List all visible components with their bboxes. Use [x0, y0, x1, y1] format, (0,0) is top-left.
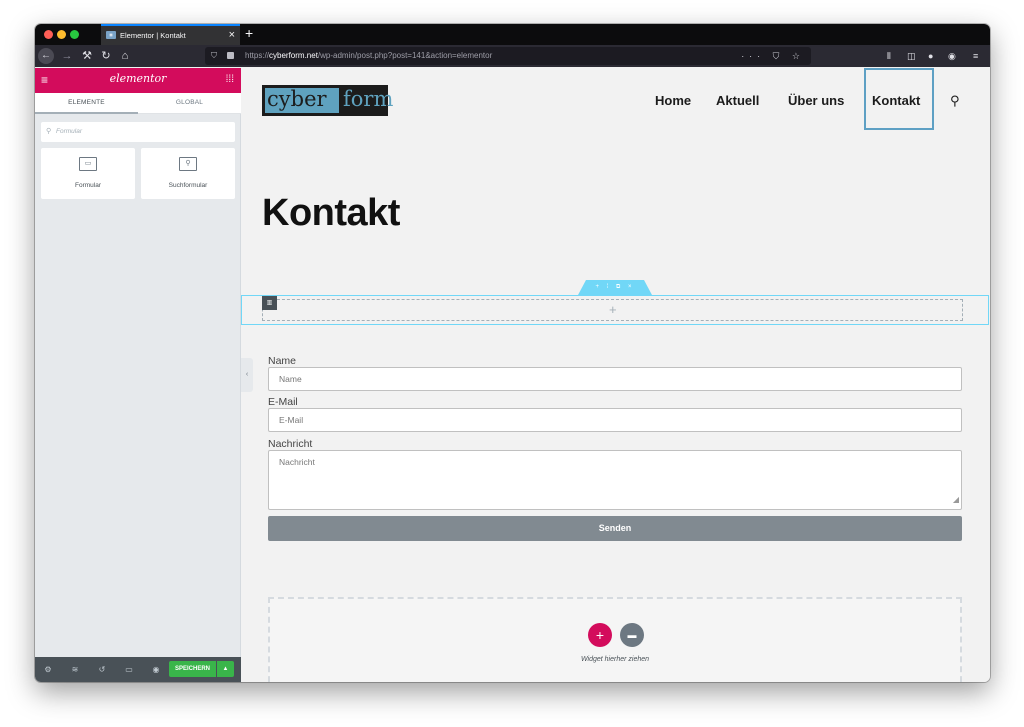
email-label: E-Mail: [268, 396, 298, 408]
tab-bar: ▦ Elementor | Kontakt × +: [35, 24, 990, 45]
home-icon[interactable]: ⌂: [119, 48, 131, 64]
save-options-caret-icon[interactable]: ▲: [217, 661, 234, 677]
resize-grip-icon[interactable]: ◢: [953, 492, 959, 508]
elementor-panel: ≡ elementor ⁞⁞⁞ ELEMENTE GLOBAL ⚲ Formul…: [35, 68, 241, 682]
panel-tabs: ELEMENTE GLOBAL: [35, 93, 241, 114]
forward-arrow-icon[interactable]: →: [61, 48, 73, 64]
name-label: Name: [268, 355, 297, 367]
site-logo[interactable]: cyber form: [262, 85, 393, 116]
widget-formular[interactable]: ▭ Formular: [41, 148, 135, 199]
message-label: Nachricht: [268, 438, 313, 450]
message-placeholder: Nachricht: [279, 457, 315, 467]
save-button[interactable]: SPEICHERN: [169, 661, 216, 677]
account-icon[interactable]: ◉: [948, 48, 956, 64]
url-path: /wp-admin/post.php?post=141&action=eleme…: [317, 51, 493, 60]
favicon-icon: ▦: [106, 31, 116, 39]
tab-elemente[interactable]: ELEMENTE: [35, 93, 138, 114]
add-section-plus-icon[interactable]: +: [588, 623, 612, 647]
search-form-icon: ⚲: [179, 157, 197, 171]
tab-global[interactable]: GLOBAL: [138, 93, 241, 114]
new-tab-button[interactable]: +: [245, 24, 253, 43]
tab-elementor-kontakt[interactable]: ▦ Elementor | Kontakt ×: [101, 24, 240, 45]
message-textarea[interactable]: Nachricht ◢: [268, 450, 962, 510]
widgets-grid-icon[interactable]: ⁞⁞⁞: [226, 73, 234, 87]
minimize-window-button[interactable]: [57, 30, 66, 39]
name-input[interactable]: Name: [268, 367, 962, 391]
preview-eye-icon[interactable]: ◉: [149, 663, 163, 676]
menu-item-home[interactable]: Home: [655, 93, 691, 109]
menu-item-ueber-uns[interactable]: Über uns: [788, 93, 844, 109]
navigator-layers-icon[interactable]: ≋: [68, 663, 82, 676]
extension-icon[interactable]: ●: [928, 48, 933, 64]
lock-icon[interactable]: [227, 52, 234, 59]
column-handle-icon[interactable]: ▥: [262, 296, 277, 310]
logo-text-form: form: [343, 87, 394, 111]
section-toolbar[interactable]: + ⁞ ⧉ ×: [578, 280, 652, 295]
submit-button[interactable]: Senden: [268, 516, 962, 541]
maximize-window-button[interactable]: [70, 30, 79, 39]
form-icon: ▭: [79, 157, 97, 171]
url-bar[interactable]: ⛉ https://cyberform.net/wp-admin/post.ph…: [205, 47, 811, 65]
page-actions-icon[interactable]: ··· ⛉ ☆: [741, 47, 805, 65]
close-tab-icon[interactable]: ×: [229, 26, 235, 45]
navigation-bar: ← → ⚒ ↻ ⌂ ⛉ https://cyberform.net/wp-adm…: [35, 45, 990, 67]
tracking-shield-icon[interactable]: ⛉: [211, 47, 217, 65]
elementor-logo: elementor: [109, 72, 167, 85]
widget-suchformular[interactable]: ⚲ Suchformular: [141, 148, 235, 199]
collapse-panel-handle[interactable]: ‹: [241, 358, 253, 392]
add-widget-plus-icon[interactable]: +: [609, 303, 617, 317]
widget-search-input[interactable]: ⚲ Formular: [41, 122, 235, 142]
tools-icon[interactable]: ⚒: [81, 48, 93, 64]
library-icon[interactable]: ⫴: [887, 48, 891, 64]
panel-header: ≡ elementor ⁞⁞⁞: [35, 68, 241, 93]
drop-zone-label: Widget hierher ziehen: [580, 656, 650, 663]
panel-footer: ⚙ ≋ ↺ ▭ ◉ SPEICHERN ▲: [35, 657, 241, 682]
page-title: Kontakt: [262, 192, 400, 234]
browser-window: ▦ Elementor | Kontakt × + ← → ⚒ ↻ ⌂ ⛉ ht…: [35, 24, 990, 682]
menu-item-kontakt[interactable]: Kontakt: [872, 93, 920, 109]
widget-label: Formular: [74, 182, 101, 189]
menu-icon[interactable]: ≡: [973, 48, 978, 64]
close-window-button[interactable]: [44, 30, 53, 39]
responsive-mode-icon[interactable]: ▭: [122, 663, 136, 676]
search-icon[interactable]: ⚲: [950, 93, 960, 109]
settings-gear-icon[interactable]: ⚙: [41, 663, 55, 676]
sidebar-icon[interactable]: ◫: [907, 48, 916, 64]
menu-item-aktuell[interactable]: Aktuell: [716, 93, 759, 109]
history-icon[interactable]: ↺: [95, 663, 109, 676]
widget-drop-zone[interactable]: + ▬ Widget hierher ziehen: [268, 597, 962, 682]
widget-label: Suchformular: [168, 182, 208, 189]
template-folder-icon[interactable]: ▬: [620, 623, 644, 647]
reload-icon[interactable]: ↻: [100, 48, 112, 64]
url-host: cyberform.net: [269, 51, 318, 60]
page-preview: ‹ cyber form Home Aktuell Über uns Konta…: [241, 68, 990, 682]
email-input[interactable]: E-Mail: [268, 408, 962, 432]
tab-title: Elementor | Kontakt: [120, 31, 186, 40]
url-prefix: https://: [245, 51, 270, 60]
search-icon: ⚲: [46, 128, 52, 135]
logo-text-cyber: cyber: [265, 88, 339, 113]
search-placeholder: Formular: [56, 128, 83, 135]
back-arrow-icon[interactable]: ←: [38, 48, 54, 64]
